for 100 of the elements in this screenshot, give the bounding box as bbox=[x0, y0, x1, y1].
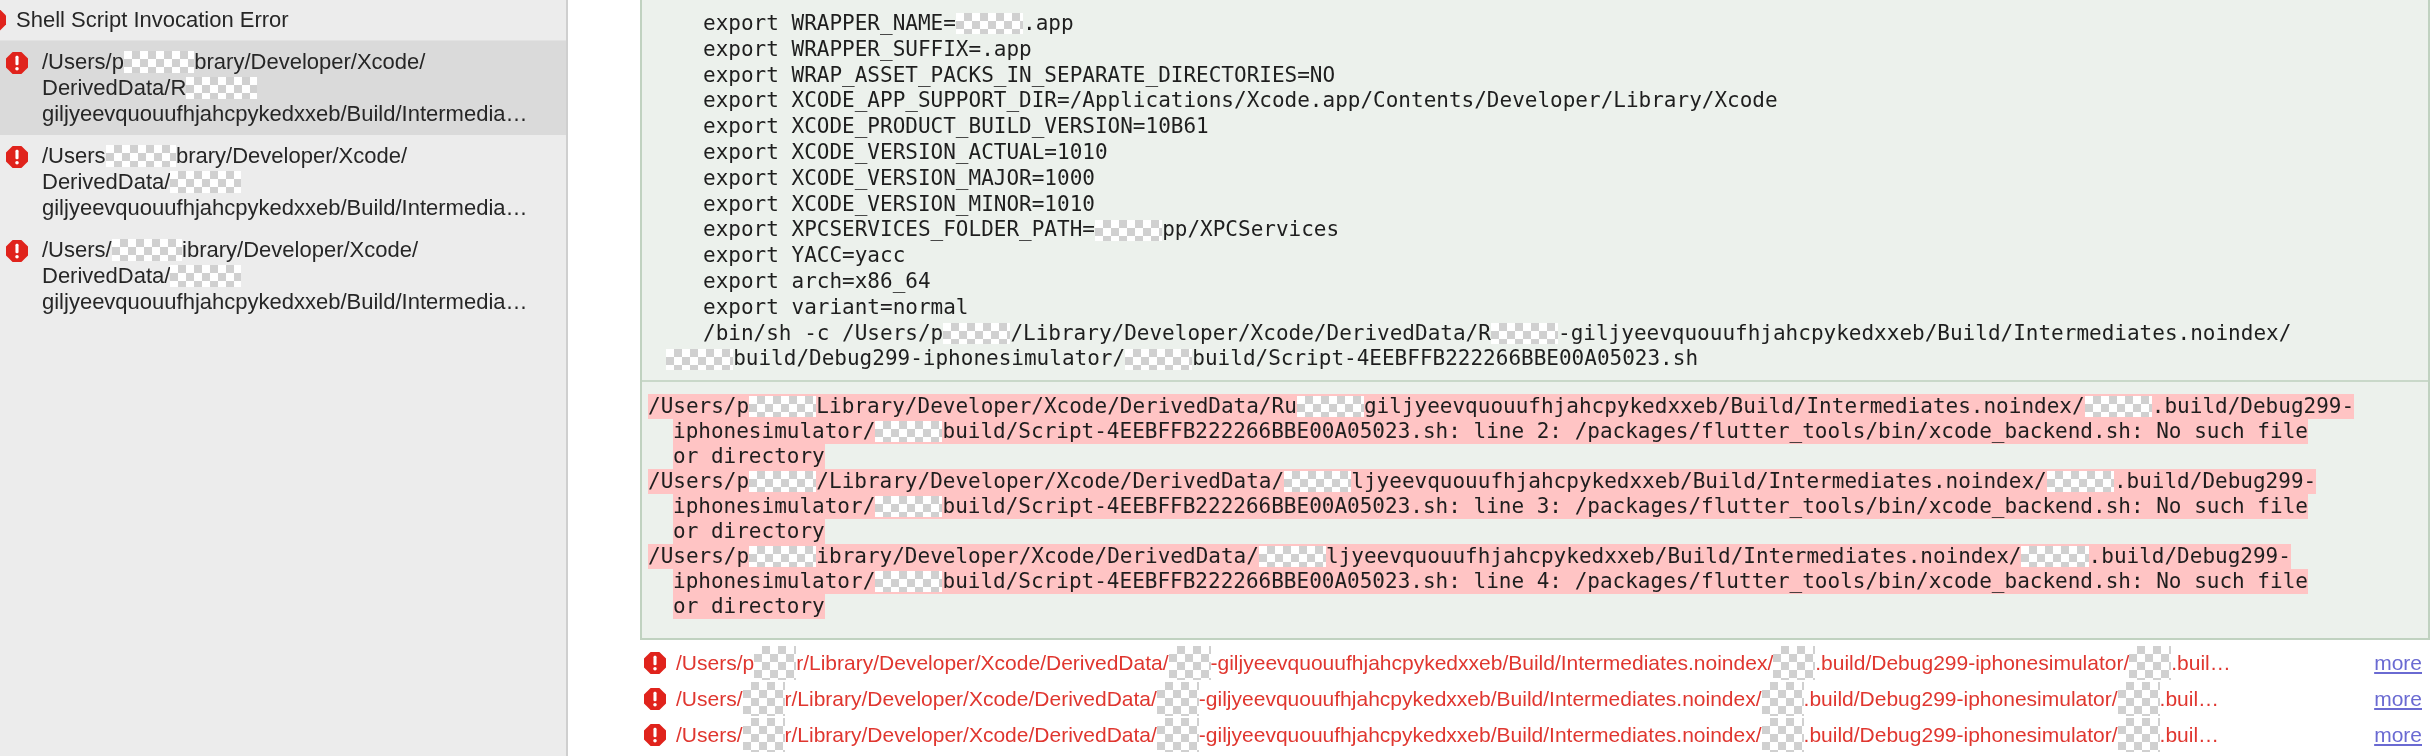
issue-text: r/Library/Developer/Xcode/DerivedData/ bbox=[796, 651, 1169, 675]
code-text: pp/XPCServices bbox=[1162, 217, 1340, 244]
code-text: export WRAPPER_NAME= bbox=[703, 11, 956, 37]
issue-text: -giljyeevquouufhjahcpykedxxeb/Build/Intermediates.noindex/ bbox=[1198, 687, 1762, 711]
code-text: export XCODE_VERSION_MINOR=1010 bbox=[703, 191, 1095, 218]
code-text: export XPCSERVICES_FOLDER_PATH= bbox=[703, 217, 1095, 244]
error-text: iphonesimulator/ bbox=[673, 419, 876, 445]
redaction-patch bbox=[1156, 682, 1199, 716]
error-text: build/Script-4EEBFFB222266BBE00A05023.sh: line 2: /packages/flutter_tools/bin/xcode_backend.sh: No such file bbox=[942, 419, 2308, 445]
redaction-patch bbox=[105, 145, 176, 167]
code-text: .app bbox=[1023, 11, 1074, 37]
code-text: export XCODE_PRODUCT_BUILD_VERSION=10B61 bbox=[703, 114, 1209, 140]
redaction-patch bbox=[742, 682, 785, 716]
redaction-patch bbox=[2084, 396, 2152, 418]
redaction-patch bbox=[875, 571, 943, 593]
path-text: brary/Developer/Xcode/ bbox=[175, 143, 408, 169]
code-text: /Library/Developer/Xcode/DerivedData/R bbox=[1010, 320, 1491, 347]
error-text: /Users/p bbox=[648, 394, 750, 420]
issue-item[interactable]: /Users/ ibrary/Developer/Xcode/ DerivedData/ giljyeevquouufhjahcpykedxxeb/Build/Intermedia… bbox=[0, 229, 566, 323]
issue-text: -giljyeevquouufhjahcpykedxxeb/Build/Intermediates.noindex/ bbox=[1210, 651, 1774, 675]
issue-text: /Users/ bbox=[676, 687, 743, 711]
issue-text: .buil… bbox=[2159, 723, 2220, 747]
error-text: build/Script-4EEBFFB222266BBE00A05023.sh: line 3: /packages/flutter_tools/bin/xcode_backend.sh: No such file bbox=[942, 494, 2308, 520]
path-text: DerivedData/R bbox=[42, 75, 187, 101]
path-text: /Users/ bbox=[42, 237, 112, 263]
path-text: DerivedData/ bbox=[42, 169, 171, 195]
redaction-patch bbox=[170, 265, 241, 287]
redaction-patch bbox=[1125, 348, 1193, 370]
redaction-patch bbox=[749, 471, 817, 493]
redaction-patch bbox=[123, 51, 195, 73]
redaction-patch bbox=[1490, 322, 1559, 344]
code-text: export YACC=yacc bbox=[703, 243, 906, 269]
error-text: /Users/p bbox=[648, 544, 750, 570]
code-text: /bin/sh -c /Users/p bbox=[703, 320, 944, 347]
error-text: .build/Debug299- bbox=[2151, 394, 2355, 420]
error-text: giljyeevquouufhjahcpykedxxeb/Build/Intermediates.noindex/ bbox=[1363, 394, 2085, 420]
redaction-patch bbox=[1761, 682, 1804, 716]
redaction-patch bbox=[170, 171, 241, 193]
redaction-patch bbox=[1258, 546, 1327, 568]
redaction-patch bbox=[2021, 546, 2089, 568]
error-text: Library/Developer/Xcode/DerivedData/Ru bbox=[816, 394, 1297, 420]
redaction-patch bbox=[666, 348, 734, 370]
error-text: /Users/p bbox=[648, 469, 750, 495]
path-text: giljyeevquouufhjahcpykedxxeb/Build/Intermedia… bbox=[42, 101, 528, 127]
issue-text: .build/Debug299-iphonesimulator/ bbox=[1803, 723, 2118, 747]
error-text: or directory bbox=[673, 444, 825, 470]
error-text: ljyeevquouufhjahcpykedxxeb/Build/Intermediates.noindex/ bbox=[1326, 544, 2022, 570]
redaction-patch bbox=[875, 496, 943, 518]
code-text: export arch=x86_64 bbox=[703, 268, 931, 295]
error-text: /Library/Developer/Xcode/DerivedData/ bbox=[816, 469, 1285, 495]
redaction-patch bbox=[1284, 471, 1352, 493]
error-text: build/Script-4EEBFFB222266BBE00A05023.sh: line 4: /packages/flutter_tools/bin/xcode_backend.sh: No such file bbox=[942, 569, 2308, 595]
error-icon bbox=[6, 52, 28, 74]
issue-text: r/Library/Developer/Xcode/DerivedData/ bbox=[784, 687, 1157, 711]
code-text: export XCODE_VERSION_ACTUAL=1010 bbox=[703, 140, 1108, 166]
redaction-patch bbox=[1094, 219, 1163, 241]
path-text: ibrary/Developer/Xcode/ bbox=[182, 237, 419, 263]
code-text: export XCODE_VERSION_MAJOR=1000 bbox=[703, 165, 1095, 192]
issue-text: .buil… bbox=[2159, 687, 2220, 711]
more-link[interactable]: more bbox=[2374, 687, 2430, 711]
error-icon bbox=[644, 652, 666, 674]
code-text: export WRAP_ASSET_PACKS_IN_SEPARATE_DIRECTORIES=NO bbox=[703, 62, 1336, 89]
path-text: giljyeevquouufhjahcpykedxxeb/Build/Intermedia… bbox=[42, 289, 528, 315]
redaction-patch bbox=[2046, 471, 2114, 493]
error-text: or directory bbox=[673, 519, 825, 545]
issue-text: -giljyeevquouufhjahcpykedxxeb/Build/Intermediates.noindex/ bbox=[1198, 723, 1762, 747]
error-text: ljyeevquouufhjahcpykedxxeb/Build/Intermediates.noindex/ bbox=[1351, 469, 2047, 495]
path-text: /Users bbox=[42, 143, 106, 169]
redaction-patch bbox=[749, 396, 817, 418]
code-text: build/Debug299-iphonesimulator/ bbox=[733, 346, 1126, 373]
error-text: .build/Debug299- bbox=[2088, 544, 2291, 570]
path-text: giljyeevquouufhjahcpykedxxeb/Build/Intermedia… bbox=[42, 195, 528, 221]
redaction-patch bbox=[2117, 682, 2160, 716]
path-text: brary/Developer/Xcode/ bbox=[194, 49, 426, 75]
redaction-patch bbox=[955, 13, 1024, 35]
error-icon bbox=[644, 688, 666, 710]
error-text: iphonesimulator/ bbox=[673, 569, 876, 595]
redaction-patch bbox=[943, 322, 1011, 344]
redaction-patch bbox=[186, 77, 257, 99]
error-icon bbox=[6, 240, 28, 262]
redaction-patch bbox=[1296, 396, 1364, 418]
error-text: .build/Debug299- bbox=[2113, 469, 2317, 495]
path-text: DerivedData/ bbox=[42, 263, 171, 289]
issue-item[interactable]: /Users/p brary/Developer/Xcode/ DerivedData/R giljyeevquouufhjahcpykedxxeb/Build/Intermedia… bbox=[0, 41, 566, 135]
redaction-patch bbox=[875, 421, 943, 443]
error-text: or directory bbox=[673, 594, 825, 620]
redaction-patch bbox=[749, 546, 817, 568]
error-icon bbox=[6, 146, 28, 168]
code-text: export XCODE_APP_SUPPORT_DIR=/Applications/Xcode.app/Contents/Developer/Library/Xcode bbox=[703, 88, 1778, 115]
code-text: export variant=normal bbox=[703, 294, 969, 321]
code-text: build/Script-4EEBFFB222266BBE00A05023.sh bbox=[1192, 346, 1699, 373]
error-text: ibrary/Developer/Xcode/DerivedData/ bbox=[816, 544, 1259, 570]
issue-text: .build/Debug299-iphonesimulator/ bbox=[1815, 651, 2130, 675]
more-link[interactable]: more bbox=[2374, 723, 2430, 747]
code-text: export WRAPPER_SUFFIX=.app bbox=[703, 36, 1032, 63]
issue-text: /Users/p bbox=[676, 651, 755, 675]
issue-item[interactable]: /Users brary/Developer/Xcode/ DerivedData/ giljyeevquouufhjahcpykedxxeb/Build/Intermedia… bbox=[0, 135, 566, 229]
more-link[interactable]: more bbox=[2374, 651, 2430, 675]
path-text: /Users/p bbox=[42, 49, 124, 75]
error-icon bbox=[644, 724, 666, 746]
